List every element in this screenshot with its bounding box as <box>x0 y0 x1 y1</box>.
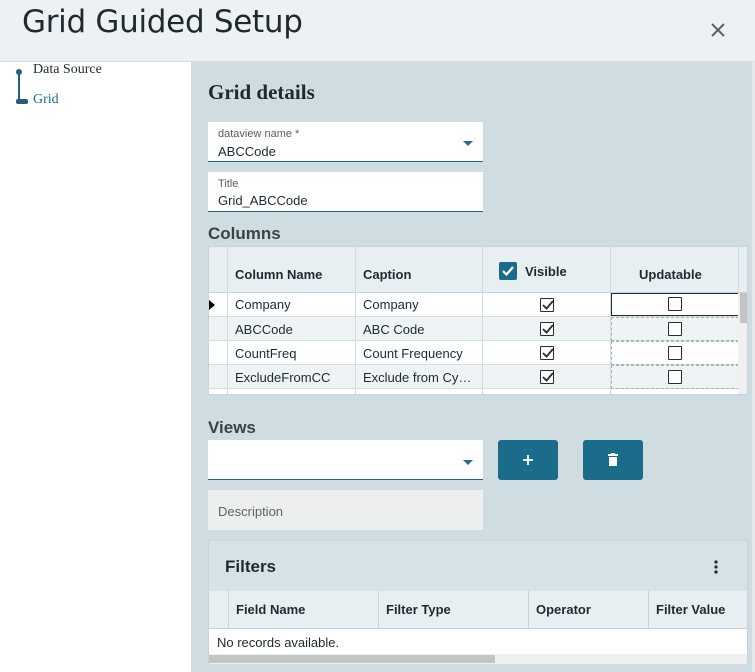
chevron-down-icon[interactable] <box>463 460 473 465</box>
header-operator[interactable]: Operator <box>536 602 591 617</box>
header-updatable[interactable]: Updatable <box>639 267 702 282</box>
filters-title: Filters <box>225 557 277 576</box>
delete-view-button[interactable] <box>583 440 643 480</box>
cell-column-name[interactable]: ABCCode <box>235 322 293 337</box>
chevron-down-icon[interactable] <box>463 141 473 146</box>
table-row[interactable]: Company Company <box>209 293 747 317</box>
columns-grid-header: Column Name Caption Visible Updatable <box>209 247 747 293</box>
check-icon <box>502 266 514 277</box>
title-field-value: Grid_ABCCode <box>218 193 308 208</box>
trash-icon <box>608 453 618 466</box>
visible-checkbox[interactable] <box>540 298 554 312</box>
column-divider <box>228 591 229 629</box>
grid-details-title: Grid details <box>208 80 315 104</box>
cell-caption[interactable]: Company <box>363 297 419 312</box>
header-field-name[interactable]: Field Name <box>236 602 305 617</box>
step-current-marker <box>16 99 28 104</box>
wizard-sidebar <box>0 62 191 672</box>
updatable-checkbox[interactable] <box>668 322 682 336</box>
column-divider <box>528 591 529 629</box>
check-icon <box>542 348 554 358</box>
dialog-title: Grid Guided Setup <box>22 4 303 40</box>
check-icon <box>542 300 554 310</box>
column-divider <box>648 591 649 629</box>
column-divider <box>227 247 228 394</box>
columns-grid: Column Name Caption Visible Updatable Co… <box>208 246 748 395</box>
dataview-name-dropdown[interactable]: dataview name * ABCCode <box>208 122 483 162</box>
dataview-name-label: dataview name * <box>218 128 300 140</box>
filters-panel: Filters Field Name Filter Type Operator … <box>208 540 748 664</box>
cell-caption[interactable]: Exclude from Cy… <box>363 370 481 385</box>
plus-icon <box>523 455 533 465</box>
table-row[interactable] <box>209 389 747 395</box>
scrollbar-thumb[interactable] <box>209 655 495 663</box>
filters-grid-scrollbar[interactable] <box>209 654 747 664</box>
views-dropdown[interactable] <box>208 440 483 480</box>
header-filter-type[interactable]: Filter Type <box>386 602 451 617</box>
columns-grid-scrollbar[interactable] <box>738 293 747 394</box>
filters-header: Filters <box>209 541 747 591</box>
visible-checkbox[interactable] <box>540 322 554 336</box>
table-row[interactable]: ABCCode ABC Code <box>209 317 747 341</box>
cell-column-name[interactable]: Company <box>235 297 291 312</box>
cell-caption[interactable]: ABC Code <box>363 322 424 337</box>
columns-title: Columns <box>208 224 281 243</box>
step-grid[interactable]: Grid <box>33 92 59 108</box>
column-divider <box>355 247 356 394</box>
visible-all-checkbox[interactable] <box>499 262 517 280</box>
visible-checkbox[interactable] <box>540 394 554 395</box>
updatable-checkbox[interactable] <box>668 394 682 395</box>
check-icon <box>542 324 554 334</box>
filters-grid-header: Field Name Filter Type Operator Filter V… <box>209 591 747 629</box>
table-row[interactable]: CountFreq Count Frequency <box>209 341 747 365</box>
visible-checkbox[interactable] <box>540 346 554 360</box>
table-row[interactable]: ExcludeFromCC Exclude from Cy… <box>209 365 747 389</box>
more-vertical-icon[interactable] <box>714 560 718 574</box>
step-data-source[interactable]: Data Source <box>33 62 102 78</box>
views-title: Views <box>208 418 256 437</box>
scrollbar-thumb[interactable] <box>740 293 747 323</box>
header-caption[interactable]: Caption <box>363 267 411 282</box>
no-records-text: No records available. <box>217 635 340 650</box>
column-divider <box>610 247 611 394</box>
cell-column-name[interactable]: CountFreq <box>235 346 296 361</box>
dataview-name-value: ABCCode <box>218 144 276 159</box>
cell-caption[interactable]: Count Frequency <box>363 346 463 361</box>
header-column-name[interactable]: Column Name <box>235 267 322 282</box>
cell-column-name[interactable]: ExcludeFromCC <box>235 370 330 385</box>
visible-checkbox[interactable] <box>540 370 554 384</box>
check-icon <box>542 372 554 382</box>
dialog-header: Grid Guided Setup <box>0 0 755 62</box>
close-icon[interactable] <box>708 20 728 40</box>
title-field-label: Title <box>218 178 239 190</box>
updatable-checkbox[interactable] <box>668 370 682 384</box>
step-connector <box>18 72 20 101</box>
updatable-checkbox[interactable] <box>668 346 682 360</box>
description-placeholder: Description <box>218 504 284 519</box>
header-visible[interactable]: Visible <box>525 264 567 279</box>
column-divider <box>482 247 483 394</box>
header-filter-value[interactable]: Filter Value <box>656 602 725 617</box>
updatable-checkbox[interactable] <box>668 297 682 311</box>
row-indicator-icon <box>209 300 215 310</box>
add-view-button[interactable] <box>498 440 558 480</box>
description-field[interactable]: Description <box>208 490 483 530</box>
column-divider <box>378 591 379 629</box>
title-field[interactable]: Title Grid_ABCCode <box>208 172 483 212</box>
